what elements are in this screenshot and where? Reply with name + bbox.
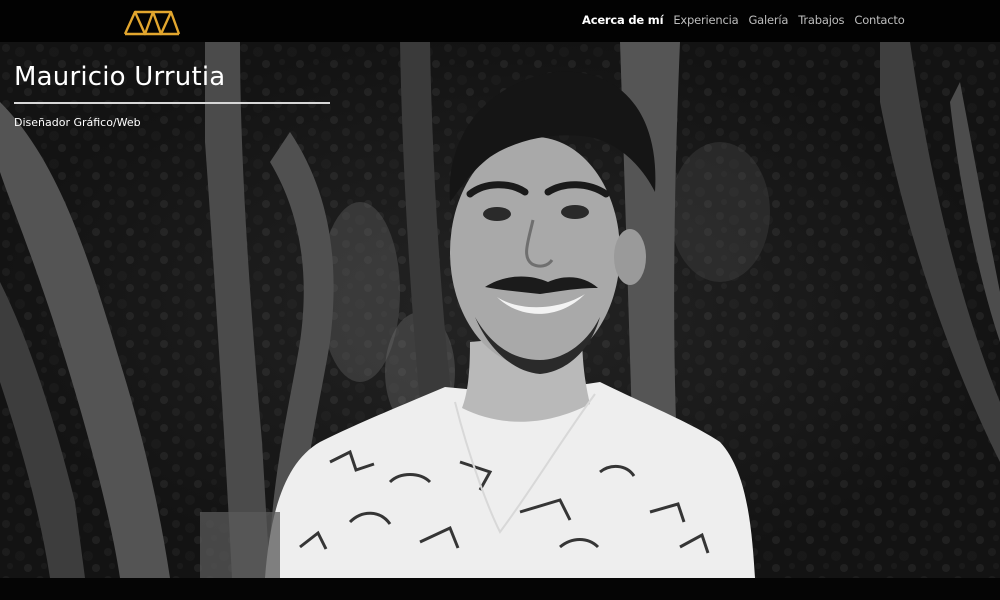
nav-contact[interactable]: Contacto	[854, 13, 904, 27]
page-title: Mauricio Urrutia	[14, 62, 226, 92]
nav-works[interactable]: Trabajos	[798, 13, 844, 27]
hero-portrait-image	[0, 42, 1000, 578]
bottom-bar	[0, 578, 1000, 600]
nav-about[interactable]: Acerca de mí	[582, 13, 664, 27]
title-divider	[14, 102, 330, 104]
nav-experience[interactable]: Experiencia	[673, 13, 738, 27]
nav-gallery[interactable]: Galería	[748, 13, 788, 27]
hero-section: Mauricio Urrutia Diseñador Gráfico/Web	[0, 42, 1000, 578]
top-navigation-bar: Acerca de mí Experiencia Galería Trabajo…	[0, 0, 1000, 42]
page-subtitle: Diseñador Gráfico/Web	[14, 116, 141, 129]
page: Acerca de mí Experiencia Galería Trabajo…	[0, 0, 1000, 600]
main-nav: Acerca de mí Experiencia Galería Trabajo…	[582, 13, 905, 27]
logo-icon[interactable]	[123, 6, 181, 36]
